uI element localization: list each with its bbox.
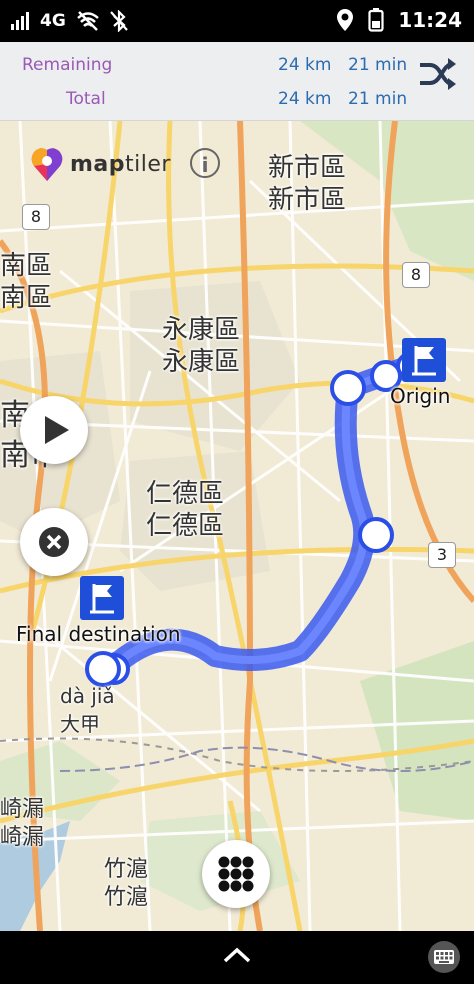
keyboard-button[interactable] [428,941,460,973]
place-text: 大甲 [60,712,100,736]
total-distance: 24 km [278,89,332,109]
system-nav-bar [0,931,474,984]
route-shield-8-east: 8 [402,262,430,288]
destination-flag-marker[interactable] [80,576,124,620]
keyboard-icon [434,950,454,964]
place-text: 竹滬 [104,857,149,882]
place-label-nan: 南區 南區 [0,250,52,314]
battery-icon [368,8,384,32]
route-summary-panel: Remaining 24 km 21 min Total 24 km 21 mi… [0,42,474,121]
status-bar: 4G 11:24 [0,0,474,42]
logo-text-light: tiler [125,151,171,177]
total-time: 21 min [348,89,408,109]
info-icon[interactable]: i [190,148,220,178]
place-label-daja: dà jiǎ 大甲 [60,682,115,738]
bluetooth-off-icon [109,10,128,32]
place-label-qilou: 崎漏 崎漏 [0,796,44,852]
place-text: 新市區 [268,153,347,183]
route-shield-3: 3 [428,542,456,568]
maptiler-logo[interactable]: maptiler [30,146,171,182]
place-text: 永康區 [162,347,241,377]
place-text: dà jiǎ [60,684,115,708]
network-type: 4G [40,11,66,31]
cancel-route-button[interactable] [20,508,88,576]
wifi-off-icon [76,11,99,31]
flag-icon [412,346,436,376]
remaining-time: 21 min [348,55,408,75]
place-text: 崎漏 [0,797,45,822]
place-text: 南區 [0,251,53,281]
remaining-distance: 24 km [278,55,332,75]
place-text: 崎漏 [0,825,45,850]
signal-icon [11,12,29,30]
location-icon [337,9,354,31]
remaining-label: Remaining [22,55,113,75]
origin-label: Origin [390,384,451,408]
place-label-xinshi: 新市區 新市區 [268,152,346,216]
place-label-rende: 仁德區 仁德區 [146,478,224,542]
total-label: Total [66,89,106,109]
close-circle-icon [39,527,69,557]
clock: 11:24 [398,8,462,32]
place-label-yongkang: 永康區 永康區 [162,314,240,378]
origin-flag-marker[interactable] [402,338,446,382]
place-text: 永康區 [162,315,241,345]
place-text: 仁德區 [146,479,225,509]
chevron-up-icon[interactable] [222,943,252,967]
dots-grid-icon [218,856,254,892]
place-text: 南區 [0,283,53,313]
reverse-route-icon[interactable] [418,56,458,92]
place-text: 仁德區 [146,511,225,541]
logo-text-bold: map [70,151,126,177]
destination-label: Final destination [16,622,181,646]
start-navigation-button[interactable] [20,396,88,464]
place-text: 新市區 [268,185,347,215]
maptiler-pin-icon [31,148,63,181]
flag-icon [90,584,114,614]
app-menu-button[interactable] [202,840,270,908]
place-label-zhulou: 竹滬 竹滬 [104,856,148,912]
place-text: 竹滬 [104,885,149,910]
route-shield-8-west: 8 [22,204,50,230]
play-icon [45,416,69,444]
